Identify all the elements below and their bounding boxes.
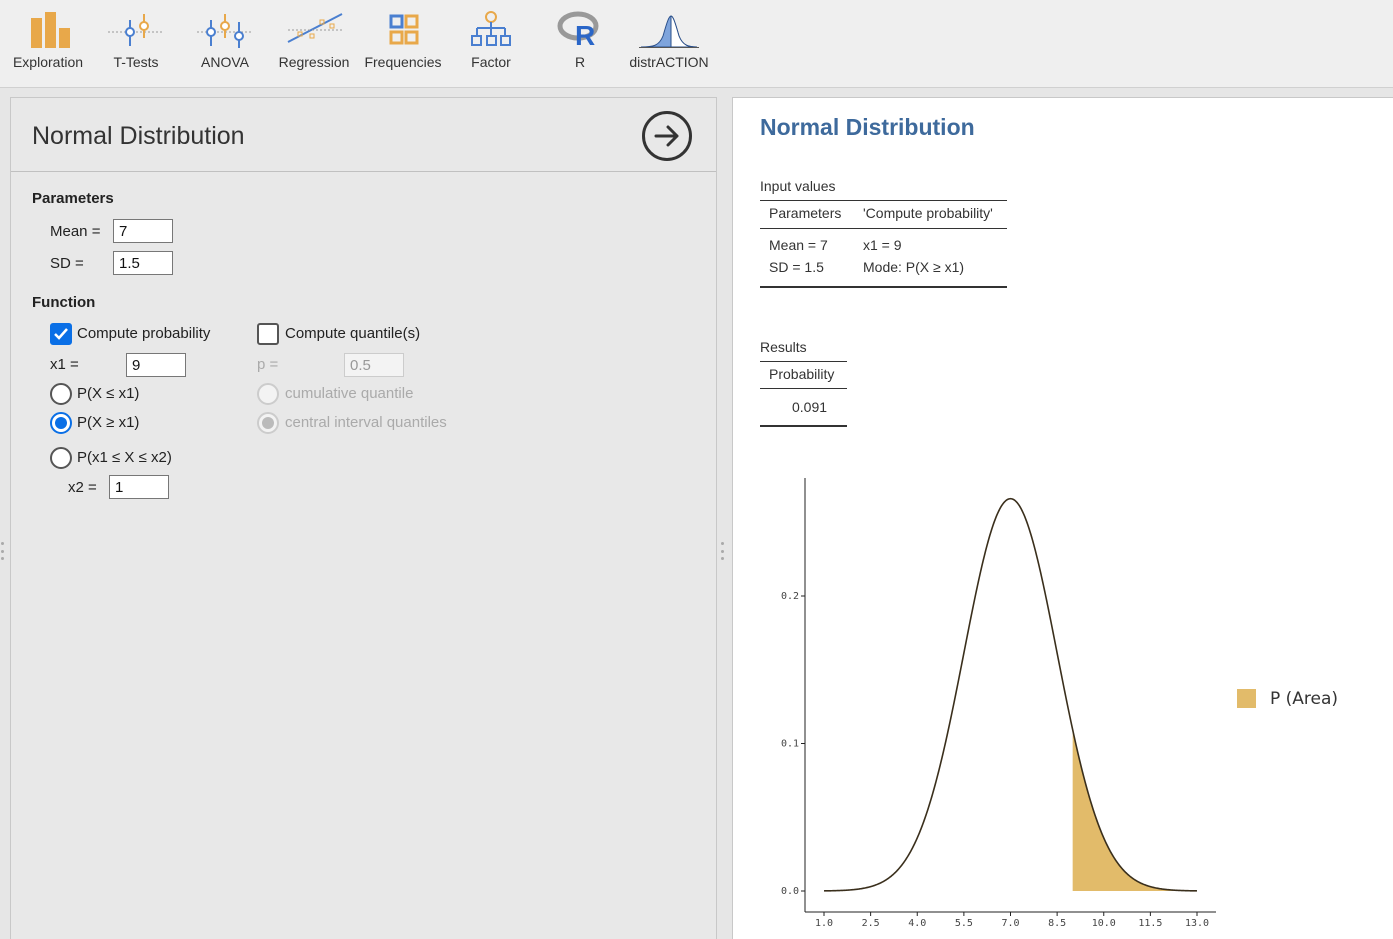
x-tick-label: 8.5 xyxy=(1048,918,1066,929)
x-tick-label: 13.0 xyxy=(1185,918,1209,929)
table-rule xyxy=(760,388,847,389)
regression-icon xyxy=(287,13,343,43)
legend-swatch xyxy=(1237,689,1256,708)
table-rule xyxy=(760,200,1007,201)
frequencies-icon xyxy=(389,14,419,45)
radio-p-between[interactable] xyxy=(50,447,72,469)
ribbon-regression-button[interactable]: Regression xyxy=(269,10,359,76)
input-table-header: Parameters xyxy=(769,205,842,221)
input-table-header: 'Compute probability' xyxy=(863,205,993,221)
input-table-cell: SD = 1.5 xyxy=(769,259,824,275)
legend-label: P (Area) xyxy=(1270,689,1338,709)
p-label: p = xyxy=(257,356,279,373)
ribbon-factor-button[interactable]: Factor xyxy=(446,10,536,76)
ribbon-item-label: Exploration xyxy=(12,54,84,70)
x-tick-label: 5.5 xyxy=(955,918,973,929)
x1-label: x1 = xyxy=(50,356,79,373)
results-table-title: Results xyxy=(760,339,807,355)
density-curve xyxy=(823,497,1198,892)
ribbon-item-label: Regression xyxy=(278,54,350,70)
ribbon-item-label: Frequencies xyxy=(364,54,442,70)
x2-input[interactable] xyxy=(109,475,169,499)
anova-icon xyxy=(197,14,253,48)
input-table-cell: x1 = 9 xyxy=(863,237,902,253)
input-table-cell: Mode: P(X ≥ x1) xyxy=(863,259,965,275)
sd-input[interactable] xyxy=(113,251,173,275)
y-tick-label: 0.1 xyxy=(781,739,799,750)
input-table-cell: Mean = 7 xyxy=(769,237,828,253)
middle-splitter-handle[interactable] xyxy=(721,542,725,560)
sd-label: SD = xyxy=(50,255,84,272)
probability-value: 0.091 xyxy=(792,399,828,415)
x2-label: x2 = xyxy=(68,479,97,496)
mean-input[interactable] xyxy=(113,219,173,243)
table-rule xyxy=(760,361,847,362)
ribbon-item-label: ANOVA xyxy=(201,54,249,70)
checkmark-icon xyxy=(54,328,68,340)
results-title: Normal Distribution xyxy=(760,114,975,140)
y-tick-label: 0.2 xyxy=(781,591,799,602)
ribbon-r-button[interactable]: R R xyxy=(535,10,625,76)
radio-p-ge-x1[interactable] xyxy=(50,412,72,434)
x-tick-label: 2.5 xyxy=(862,918,880,929)
mean-label: Mean = xyxy=(50,223,101,240)
x-tick-label: 1.0 xyxy=(815,918,833,929)
radio-p-le-x1[interactable] xyxy=(50,383,72,405)
y-tick-label: 0.0 xyxy=(781,886,799,897)
exploration-icon xyxy=(31,12,70,48)
radio-p-le-x1-label: P(X ≤ x1) xyxy=(77,385,140,402)
ribbon-t-tests-button[interactable]: T-Tests xyxy=(91,10,181,76)
table-rule xyxy=(760,228,1007,229)
x-tick-label: 10.0 xyxy=(1092,918,1116,929)
svg-text:R: R xyxy=(575,20,595,50)
parameters-heading: Parameters xyxy=(32,190,114,207)
ribbon-item-label: Factor xyxy=(471,54,511,70)
options-header: Normal Distribution xyxy=(11,98,716,172)
x-tick-label: 7.0 xyxy=(1001,918,1019,929)
results-table-header: Probability xyxy=(769,366,835,382)
r-icon: R xyxy=(557,11,599,50)
ribbon-item-label: T-Tests xyxy=(113,54,159,70)
compute-probability-checkbox[interactable] xyxy=(50,323,72,345)
results-panel: Normal Distribution Input values Paramet… xyxy=(732,97,1393,939)
radio-p-between-label: P(x1 ≤ X ≤ x2) xyxy=(77,449,172,466)
table-rule xyxy=(760,425,847,427)
x-tick-label: 4.0 xyxy=(908,918,926,929)
run-analysis-button[interactable] xyxy=(642,111,692,161)
ribbon-frequencies-button[interactable]: Frequencies xyxy=(358,10,448,76)
p-input[interactable] xyxy=(344,353,404,377)
left-splitter-handle[interactable] xyxy=(1,542,5,560)
t-tests-icon xyxy=(108,14,164,46)
probability-area xyxy=(1072,729,1197,891)
arrow-right-circle-icon xyxy=(654,125,679,147)
x-tick-label: 11.5 xyxy=(1138,918,1162,929)
radio-central-interval-label: central interval quantiles xyxy=(285,414,447,431)
factor-icon xyxy=(471,11,511,46)
options-panel: Normal Distribution Parameters Mean = SD… xyxy=(10,97,717,939)
function-heading: Function xyxy=(32,294,96,311)
options-title: Normal Distribution xyxy=(32,122,245,150)
normal-distribution-chart: 1.0 2.5 4.0 5.5 7.0 8.5 10.0 11.5 13.0 0.0 0.1 0.2 P… xyxy=(781,478,1338,929)
ribbon-item-label: R xyxy=(574,54,586,70)
compute-probability-label: Compute probability xyxy=(77,325,211,342)
table-rule xyxy=(760,286,1007,288)
ribbon-toolbar: Exploration T-Tests ANOVA Regression Fre… xyxy=(0,0,1393,88)
radio-p-ge-x1-label: P(X ≥ x1) xyxy=(77,414,140,431)
radio-cumulative-quantile[interactable] xyxy=(257,383,279,405)
radio-cumulative-quantile-label: cumulative quantile xyxy=(285,385,414,402)
ribbon-anova-button[interactable]: ANOVA xyxy=(180,10,270,76)
input-values-title: Input values xyxy=(760,178,836,194)
distraction-icon xyxy=(639,15,699,48)
ribbon-exploration-button[interactable]: Exploration xyxy=(3,10,93,76)
radio-central-interval[interactable] xyxy=(257,412,279,434)
ribbon-distraction-button[interactable]: distrACTION xyxy=(624,10,714,76)
ribbon-item-label: distrACTION xyxy=(629,54,709,70)
x1-input[interactable] xyxy=(126,353,186,377)
compute-quantiles-label: Compute quantile(s) xyxy=(285,325,421,342)
compute-quantiles-checkbox[interactable] xyxy=(257,323,279,345)
